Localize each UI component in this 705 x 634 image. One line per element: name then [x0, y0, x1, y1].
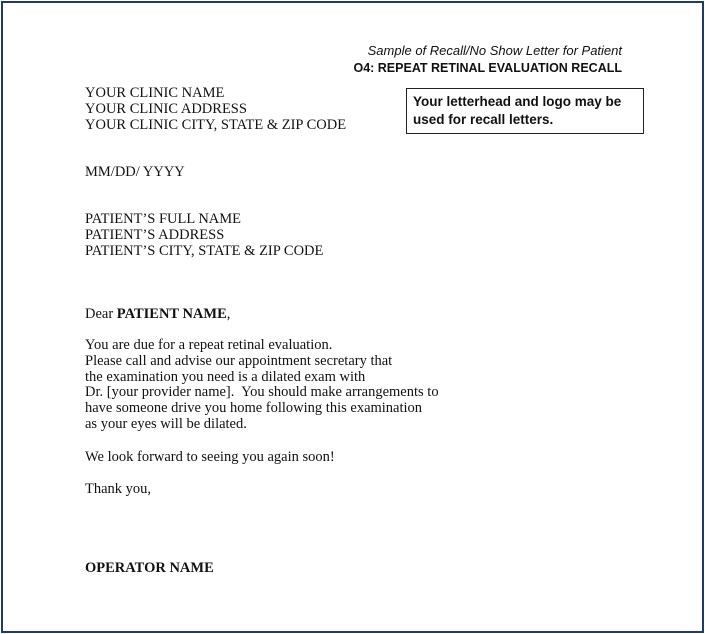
- patient-address-block: PATIENT’S FULL NAME PATIENT’S ADDRESS PA…: [85, 211, 323, 259]
- clinic-name: YOUR CLINIC NAME: [85, 85, 225, 101]
- body-line: have someone drive you home following th…: [85, 400, 423, 417]
- clinic-address-block: YOUR CLINIC NAME YOUR CLINIC ADDRESS YOU…: [85, 85, 346, 133]
- greeting-salutation: Dear: [85, 306, 117, 322]
- body-line: the examination you need is a dilated ex…: [85, 368, 366, 385]
- signature-block: OPERATOR NAME: [85, 560, 214, 576]
- closing-line: We look forward to seeing you again soon…: [85, 449, 335, 465]
- thank-you-text: Thank you,: [85, 481, 152, 497]
- body-line: as your eyes will be dilated.: [85, 415, 247, 432]
- clinic-city-state-zip: YOUR CLINIC CITY, STATE & ZIP CODE: [85, 117, 347, 133]
- clinic-address: YOUR CLINIC ADDRESS: [85, 101, 247, 117]
- thank-you-line: Thank you,: [85, 481, 151, 497]
- sample-caption: Sample of Recall/No Show Letter for Pati…: [367, 43, 622, 58]
- patient-address: PATIENT’S ADDRESS: [85, 227, 225, 243]
- letter-body: You are due for a repeat retinal evaluat…: [85, 337, 439, 433]
- patient-full-name: PATIENT’S FULL NAME: [85, 211, 242, 227]
- greeting-patient-name: PATIENT NAME: [116, 306, 227, 322]
- letter-date: MM/DD/ YYYY: [85, 164, 185, 180]
- body-line: Dr. [your provider name]. You should mak…: [85, 384, 439, 401]
- greeting-punctuation: ,: [226, 306, 231, 322]
- body-line: Please call and advise our appointment s…: [85, 352, 393, 369]
- greeting-text: Dear PATIENT NAME,: [85, 306, 230, 322]
- date-text: MM/DD/ YYYY: [85, 164, 185, 180]
- operator-name: OPERATOR NAME: [85, 560, 214, 576]
- patient-city-state-zip: PATIENT’S CITY, STATE & ZIP CODE: [85, 243, 324, 259]
- letterhead-note-box: Your letterhead and logo may be used for…: [406, 88, 644, 134]
- body-line: You are due for a repeat retinal evaluat…: [85, 337, 333, 353]
- letterhead-note-text: Your letterhead and logo may be used for…: [413, 94, 622, 127]
- letter-title: O4: REPEAT RETINAL EVALUATION RECALL: [353, 61, 622, 75]
- greeting-line: Dear PATIENT NAME,: [85, 306, 230, 322]
- closing-text: We look forward to seeing you again soon…: [85, 449, 335, 465]
